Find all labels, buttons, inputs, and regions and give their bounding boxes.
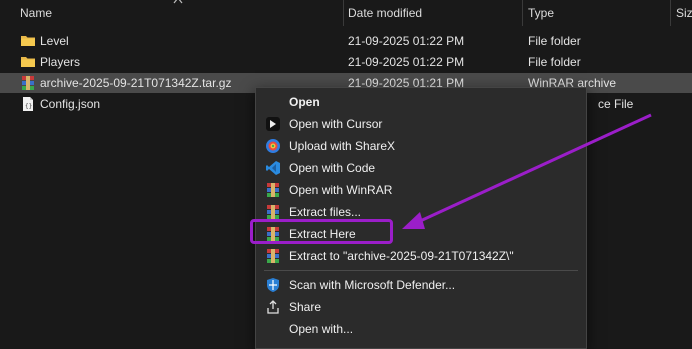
annotation-arrow <box>402 113 652 229</box>
